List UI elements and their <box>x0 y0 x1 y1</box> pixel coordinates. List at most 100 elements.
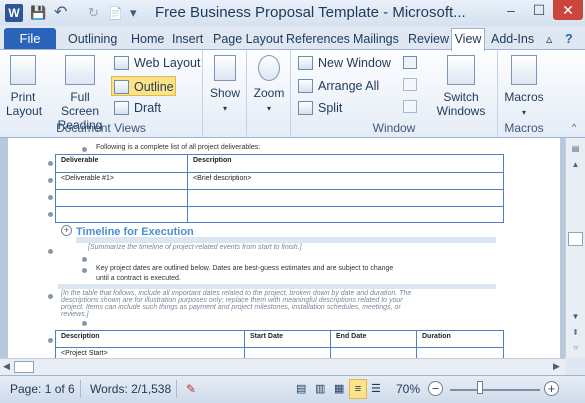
previous-page-icon[interactable]: ⇞ <box>568 326 583 340</box>
new-document-icon[interactable]: 📄 <box>108 4 123 22</box>
table-header-description: Description <box>55 330 245 348</box>
outline-button[interactable]: Outline <box>111 76 176 96</box>
macros-label: Macros <box>504 90 544 104</box>
scroll-up-icon[interactable]: ▲ <box>568 158 583 172</box>
collapse-ribbon-icon[interactable]: ^ <box>572 122 576 132</box>
outline-marker <box>48 338 53 343</box>
arrange-all-button[interactable]: Arrange All <box>296 76 379 96</box>
scroll-left-icon[interactable]: ◀ <box>3 361 10 372</box>
switch-windows-label: Switch Windows <box>436 90 486 118</box>
new-window-button[interactable]: New Window <box>296 53 391 73</box>
document-area: Following is a complete list of all proj… <box>0 138 565 358</box>
help-icon[interactable]: ? <box>565 30 573 48</box>
horizontal-scroll-thumb[interactable] <box>14 361 34 373</box>
maximize-button[interactable]: ☐ <box>525 0 553 20</box>
scroll-right-icon[interactable]: ▶ <box>553 361 560 372</box>
minimize-button[interactable]: – <box>497 0 525 20</box>
word-app-icon[interactable]: W <box>5 4 23 22</box>
tab-file[interactable]: File <box>4 28 56 50</box>
close-button[interactable]: ✕ <box>553 0 583 20</box>
horizontal-scrollbar[interactable]: ◀ ▶ <box>0 358 565 375</box>
table-cell <box>416 347 504 358</box>
web-layout-button[interactable]: Web Layout <box>112 53 200 73</box>
vertical-scrollbar[interactable]: ▤ ▲ ▼ ⇞ ○ <box>565 138 585 358</box>
page-count[interactable]: Page: 1 of 6 <box>10 382 75 396</box>
tab-add-ins[interactable]: Add-Ins <box>491 30 534 48</box>
tab-review[interactable]: Review <box>408 30 449 48</box>
divider <box>176 380 177 398</box>
tab-mailings[interactable]: Mailings <box>353 30 399 48</box>
tab-references[interactable]: References <box>286 30 350 48</box>
draft-view-icon[interactable]: ☰ <box>371 382 381 395</box>
document-views-label: Document Views <box>56 121 146 135</box>
draft-label: Draft <box>134 101 162 115</box>
table-cell: <Brief description> <box>187 172 504 190</box>
zoom-label: Zoom <box>253 86 285 100</box>
proofing-errors-icon[interactable]: ✎ <box>186 382 196 396</box>
tab-page-layout[interactable]: Page Layout <box>213 30 283 48</box>
outline-marker <box>48 294 53 299</box>
macros-button[interactable]: Macros ▾ <box>502 53 546 120</box>
table-cell <box>330 347 417 358</box>
save-icon[interactable]: 💾 <box>30 4 46 22</box>
show-label: Show <box>209 86 241 100</box>
word-count[interactable]: Words: 2/1,538 <box>90 382 171 396</box>
show-icon <box>214 55 236 81</box>
ribbon-tabs: File Outlining Home Insert Page Layout R… <box>0 26 585 51</box>
outline-view-icon[interactable]: ≡ <box>349 379 367 399</box>
divider <box>80 380 81 398</box>
hint-band <box>58 284 496 289</box>
ruler-toggle-icon[interactable]: ▤ <box>568 142 583 156</box>
web-layout-label: Web Layout <box>134 56 201 70</box>
show-button[interactable]: Show ▾ <box>207 53 243 116</box>
window-group-label: Window <box>372 121 416 135</box>
table-header-description: Description <box>187 154 504 173</box>
table-header-start-date: Start Date <box>244 330 331 348</box>
heading-underline <box>76 237 496 243</box>
zoom-out-button[interactable]: − <box>428 381 443 396</box>
web-layout-view-icon[interactable]: ▦ <box>334 382 344 395</box>
switch-windows-button[interactable]: Switch Windows <box>431 53 491 118</box>
tab-home[interactable]: Home <box>131 30 164 48</box>
draft-button[interactable]: Draft <box>112 98 161 118</box>
group-window: New Window Arrange All Split Switch Wind… <box>291 50 498 137</box>
table-header-end-date: End Date <box>330 330 417 348</box>
outline-marker <box>48 161 53 166</box>
split-button[interactable]: Split <box>296 98 342 118</box>
scroll-down-icon[interactable]: ▼ <box>568 310 583 324</box>
minimize-ribbon-icon[interactable]: ▵ <box>546 30 552 48</box>
print-layout-view-icon[interactable]: ▤ <box>296 382 306 395</box>
scroll-thumb[interactable] <box>568 232 583 246</box>
zoom-slider-thumb[interactable] <box>477 381 483 394</box>
outline-icon <box>114 80 129 94</box>
switch-windows-icon <box>447 55 475 85</box>
tab-insert[interactable]: Insert <box>172 30 203 48</box>
zoom-button[interactable]: Zoom ▾ <box>251 53 287 116</box>
full-screen-reading-icon <box>65 55 95 85</box>
tab-view[interactable]: View <box>451 28 485 51</box>
zoom-slider-track[interactable] <box>450 389 540 391</box>
group-document-views: Print Layout Full Screen Reading Web Lay… <box>0 50 203 137</box>
print-layout-icon <box>10 55 36 85</box>
bullet <box>82 257 87 262</box>
full-screen-reading-view-icon[interactable]: ▥ <box>315 382 325 395</box>
tab-outlining[interactable]: Outlining <box>68 30 117 48</box>
macros-icon <box>511 55 537 85</box>
undo-icon[interactable]: ↶ <box>54 4 67 22</box>
print-layout-button[interactable]: Print Layout <box>6 53 42 118</box>
reset-window-position-icon[interactable] <box>403 100 417 113</box>
ribbon: Print Layout Full Screen Reading Web Lay… <box>0 49 585 138</box>
browse-object-icon[interactable]: ○ <box>568 341 583 355</box>
document-page[interactable]: Following is a complete list of all proj… <box>8 138 560 358</box>
expand-heading-icon[interactable]: + <box>61 225 72 236</box>
table-cell <box>55 206 188 223</box>
window-title: Free Business Proposal Template - Micros… <box>155 4 466 21</box>
view-side-by-side-icon[interactable] <box>403 56 417 69</box>
zoom-level[interactable]: 70% <box>396 382 420 396</box>
zoom-in-button[interactable]: + <box>544 381 559 396</box>
customize-quick-access-icon[interactable]: ▾ <box>130 4 137 22</box>
outline-marker <box>48 212 53 217</box>
bullet <box>82 147 87 152</box>
redo-icon[interactable]: ↻ <box>88 4 99 22</box>
synchronous-scrolling-icon[interactable] <box>403 78 417 91</box>
